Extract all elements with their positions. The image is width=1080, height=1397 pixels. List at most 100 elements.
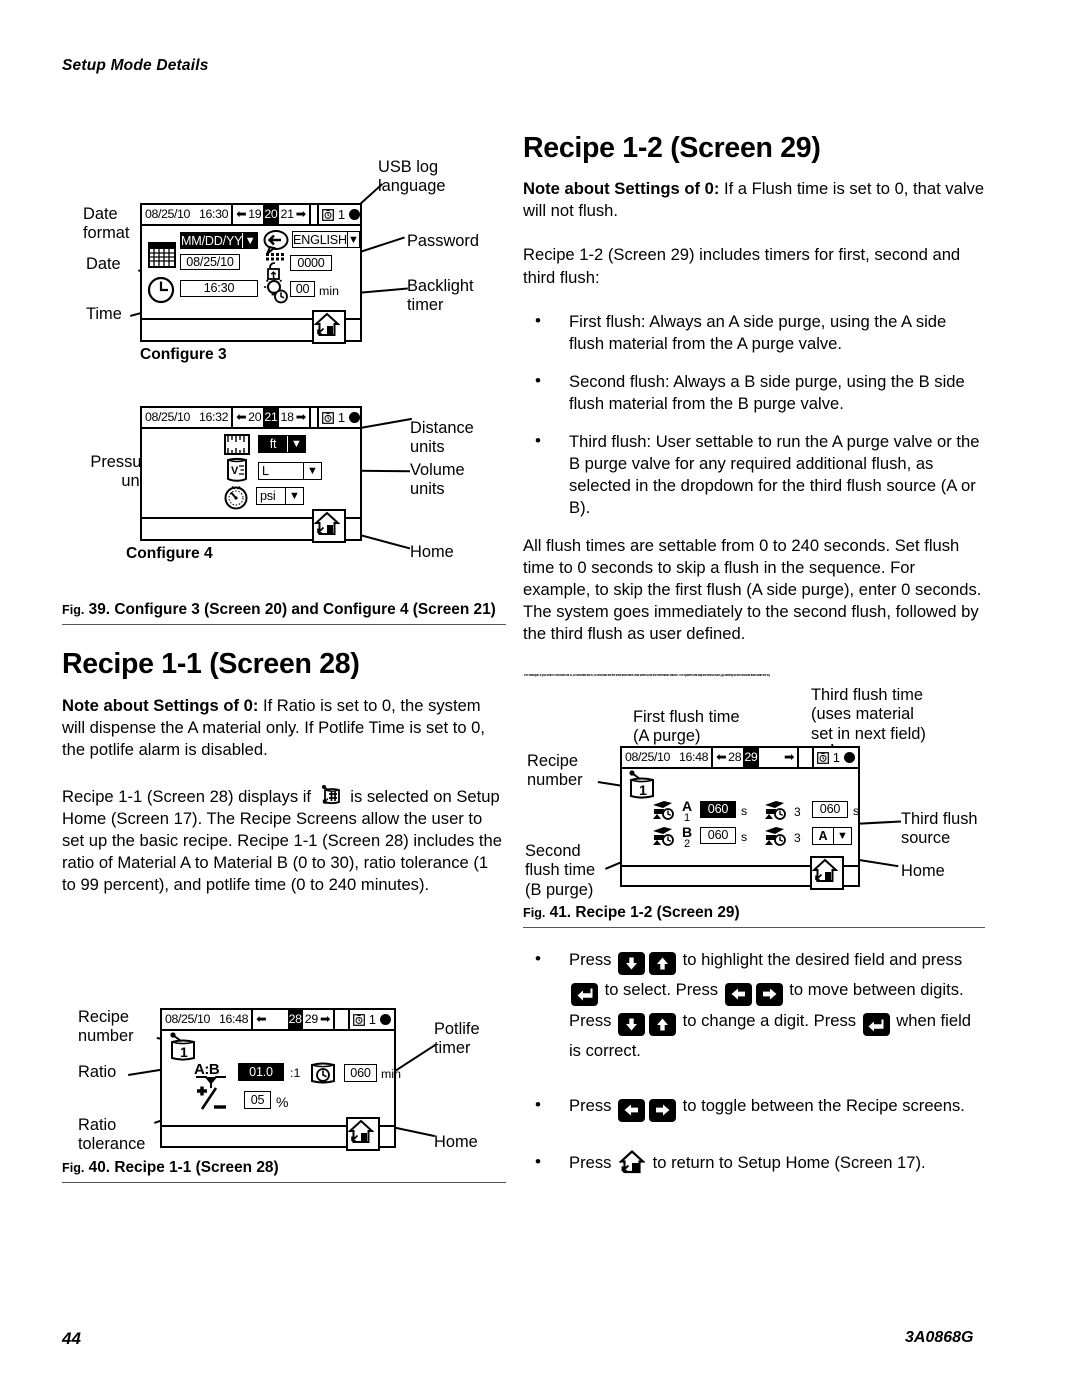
nav-left-arrow-icon[interactable]: ⬅: [236, 205, 246, 224]
status-number: 1: [337, 410, 346, 425]
potlife-timer-field[interactable]: 060: [344, 1064, 377, 1082]
home-button[interactable]: [810, 856, 844, 890]
up-arrow-key[interactable]: [649, 1012, 677, 1036]
chevron-down-icon[interactable]: ▼: [287, 436, 305, 452]
date-value: 08/25/10: [186, 254, 234, 269]
recipe-1-1-screen[interactable]: 08/25/10 16:48 ⬅ 28 29 ➡ 1 1 A:B 01.0:1…: [160, 1008, 401, 1151]
recipe-1-2-screen-nav[interactable]: ⬅ 28 29 ➡: [713, 748, 800, 767]
nav-right-arrow-icon[interactable]: ➡: [296, 408, 306, 427]
volume-units-dropdown[interactable]: L ▼: [258, 462, 322, 480]
recipe-1-2-screen[interactable]: 08/25/10 16:48 ⬅ 28 29 ➡ 1 1 A 1 060 s B…: [620, 746, 860, 890]
recipe-1-2-body: 1 A 1 060 s B 2 060 s 3 060 s 3 A ▼: [622, 769, 859, 865]
recipe-1-1-title-bar: 08/25/10 16:48 ⬅ 28 29 ➡ 1: [162, 1010, 394, 1031]
potlife-timer-unit: min: [381, 1067, 401, 1081]
date-format-dropdown[interactable]: MM/DD/YY ▼: [180, 232, 258, 249]
status-dot-icon: [349, 412, 361, 423]
chevron-down-icon[interactable]: ▼: [303, 463, 321, 479]
nav-next-screen: 18: [280, 410, 294, 424]
third-flush-time-field[interactable]: 060: [812, 801, 848, 818]
enter-key[interactable]: [862, 1013, 890, 1036]
left-column-text: Fig. 39. Configure 3 (Screen 20) and Con…: [62, 600, 506, 913]
chevron-down-icon[interactable]: ▼: [242, 233, 257, 248]
usb-log-language-dropdown[interactable]: ENGLISH ▼: [292, 231, 360, 248]
home-button[interactable]: [346, 1117, 380, 1151]
recipe-1-2-title: Recipe 1-2 (Screen 29): [523, 132, 821, 164]
overlap-artifact-line: For example, if you enter 0 seconds for …: [524, 674, 770, 677]
ratio-tolerance-field[interactable]: 05: [244, 1091, 271, 1109]
ratio-suffix: :1: [290, 1066, 301, 1080]
home-icon[interactable]: [618, 1149, 646, 1174]
up-arrow-key[interactable]: [649, 952, 677, 975]
flush-valve-timer-icon: [653, 801, 674, 820]
first-flush-index: 1: [684, 812, 691, 824]
second-flush-time-field[interactable]: 060: [700, 827, 736, 844]
home-icon: [811, 858, 839, 882]
third-flush-source-dropdown[interactable]: A ▼: [812, 827, 852, 845]
configure3-time: 16:30: [199, 207, 229, 221]
ratio-field[interactable]: 01.0: [238, 1063, 284, 1081]
date-field[interactable]: 08/25/10: [180, 254, 240, 270]
recipe-1-2-datetime: 08/25/10 16:48: [622, 748, 714, 767]
callout-third-flush-time: Third flush time (uses material set in nex…: [811, 686, 926, 743]
home-button[interactable]: [312, 310, 346, 344]
configure4-time: 16:32: [199, 410, 229, 424]
potlife-timer-value: 060: [350, 1065, 371, 1080]
configure4-datetime: 08/25/10 16:32: [142, 408, 234, 427]
configure3-screen-nav[interactable]: ⬅ 19 20 21 ➡: [233, 205, 311, 224]
right-arrow-key[interactable]: [649, 1098, 677, 1122]
home-icon: [347, 1119, 375, 1143]
recipe-1-1-screen-nav[interactable]: ⬅ 28 29 ➡: [253, 1010, 336, 1029]
nav-left-arrow-icon[interactable]: ⬅: [256, 1010, 266, 1029]
time-field[interactable]: 16:30: [180, 280, 258, 297]
nav-left-arrow-icon[interactable]: ⬅: [236, 408, 246, 427]
configure4-screen-nav[interactable]: ⬅ 20 21 18 ➡: [233, 408, 311, 427]
callout-ratio-tolerance: Ratio tolerance: [78, 1116, 146, 1154]
nav-right-arrow-icon[interactable]: ➡: [296, 205, 306, 224]
first-flush-time-field[interactable]: 060: [700, 801, 736, 818]
recipe-1-2-flush-times-paragraph: All flush times are settable from 0 to 2…: [523, 536, 982, 644]
recipe-1-2-title-bar: 08/25/10 16:48 ⬅ 28 29 ➡ 1: [622, 748, 858, 769]
pressure-units-dropdown[interactable]: psi ▼: [256, 487, 304, 505]
recipe-1-2-note-label: Note about Settings of 0:: [523, 179, 720, 199]
home-button[interactable]: [312, 509, 346, 543]
third-flush-time-value: 060: [819, 802, 841, 817]
callout-potlife-timer: Potlife timer: [434, 1020, 480, 1058]
chevron-down-icon[interactable]: ▼: [346, 232, 359, 247]
nav-right-arrow-icon[interactable]: ➡: [784, 748, 794, 767]
configure3-body: MM/DD/YY ▼ 08/25/10 16:30 ENGLISH ▼ 0000…: [142, 226, 360, 318]
backlight-timer-field[interactable]: 00: [290, 281, 315, 297]
down-arrow-key[interactable]: [618, 952, 646, 975]
password-field[interactable]: 0000: [290, 255, 332, 271]
recipe-1-2-instructions: Press to highlight the desired field and…: [523, 944, 985, 1203]
list-item: Second flush: Always a B side purge, usi…: [523, 370, 985, 415]
home-icon: [313, 511, 341, 535]
calendar-icon: [148, 242, 176, 268]
recipe-1-2-intro: Recipe 1-2 (Screen 29) includes timers f…: [523, 245, 961, 287]
backlight-timer-value: 00: [295, 281, 310, 296]
down-arrow-key[interactable]: [618, 1012, 646, 1036]
backlight-timer-unit: min: [319, 284, 339, 298]
left-arrow-key[interactable]: [724, 982, 752, 1006]
recipe-1-1-status: 1: [350, 1010, 394, 1029]
nav-left-arrow-icon[interactable]: ⬅: [716, 748, 726, 767]
recipe-number-value: 1: [180, 1044, 188, 1060]
distance-units-dropdown[interactable]: ft ▼: [258, 435, 306, 453]
alarm-bell-icon: [352, 1013, 365, 1026]
left-arrow-key[interactable]: [618, 1098, 646, 1122]
configure4-date: 08/25/10: [145, 410, 191, 424]
chevron-down-icon[interactable]: ▼: [833, 828, 851, 844]
nav-right-arrow-icon[interactable]: ➡: [320, 1010, 330, 1029]
enter-key[interactable]: [571, 982, 598, 1006]
configure4-screen[interactable]: 08/25/10 16:32 ⬅ 20 21 18 ➡ 1 ft ▼ V L ▼…: [140, 406, 362, 543]
callout-home-fig40: Home: [434, 1133, 478, 1151]
usb-log-language-value: ENGLISH: [293, 232, 347, 247]
chevron-down-icon[interactable]: ▼: [285, 488, 303, 504]
flush-valve-timer-icon: [765, 827, 786, 846]
nav-current-screen: 21: [263, 408, 279, 427]
right-column-top: Recipe 1-2 (Screen 29) Note about Settin…: [523, 132, 985, 662]
configure3-datetime: 08/25/10 16:30: [142, 205, 234, 224]
ratio-tolerance-value: 05: [250, 1092, 265, 1107]
configure3-screen[interactable]: 08/25/10 16:30 ⬅ 19 20 21 ➡ 1 MM/DD/YY ▼…: [140, 203, 362, 344]
right-arrow-key[interactable]: [755, 982, 783, 1006]
callout-backlight-timer: Backlight timer: [407, 277, 474, 315]
